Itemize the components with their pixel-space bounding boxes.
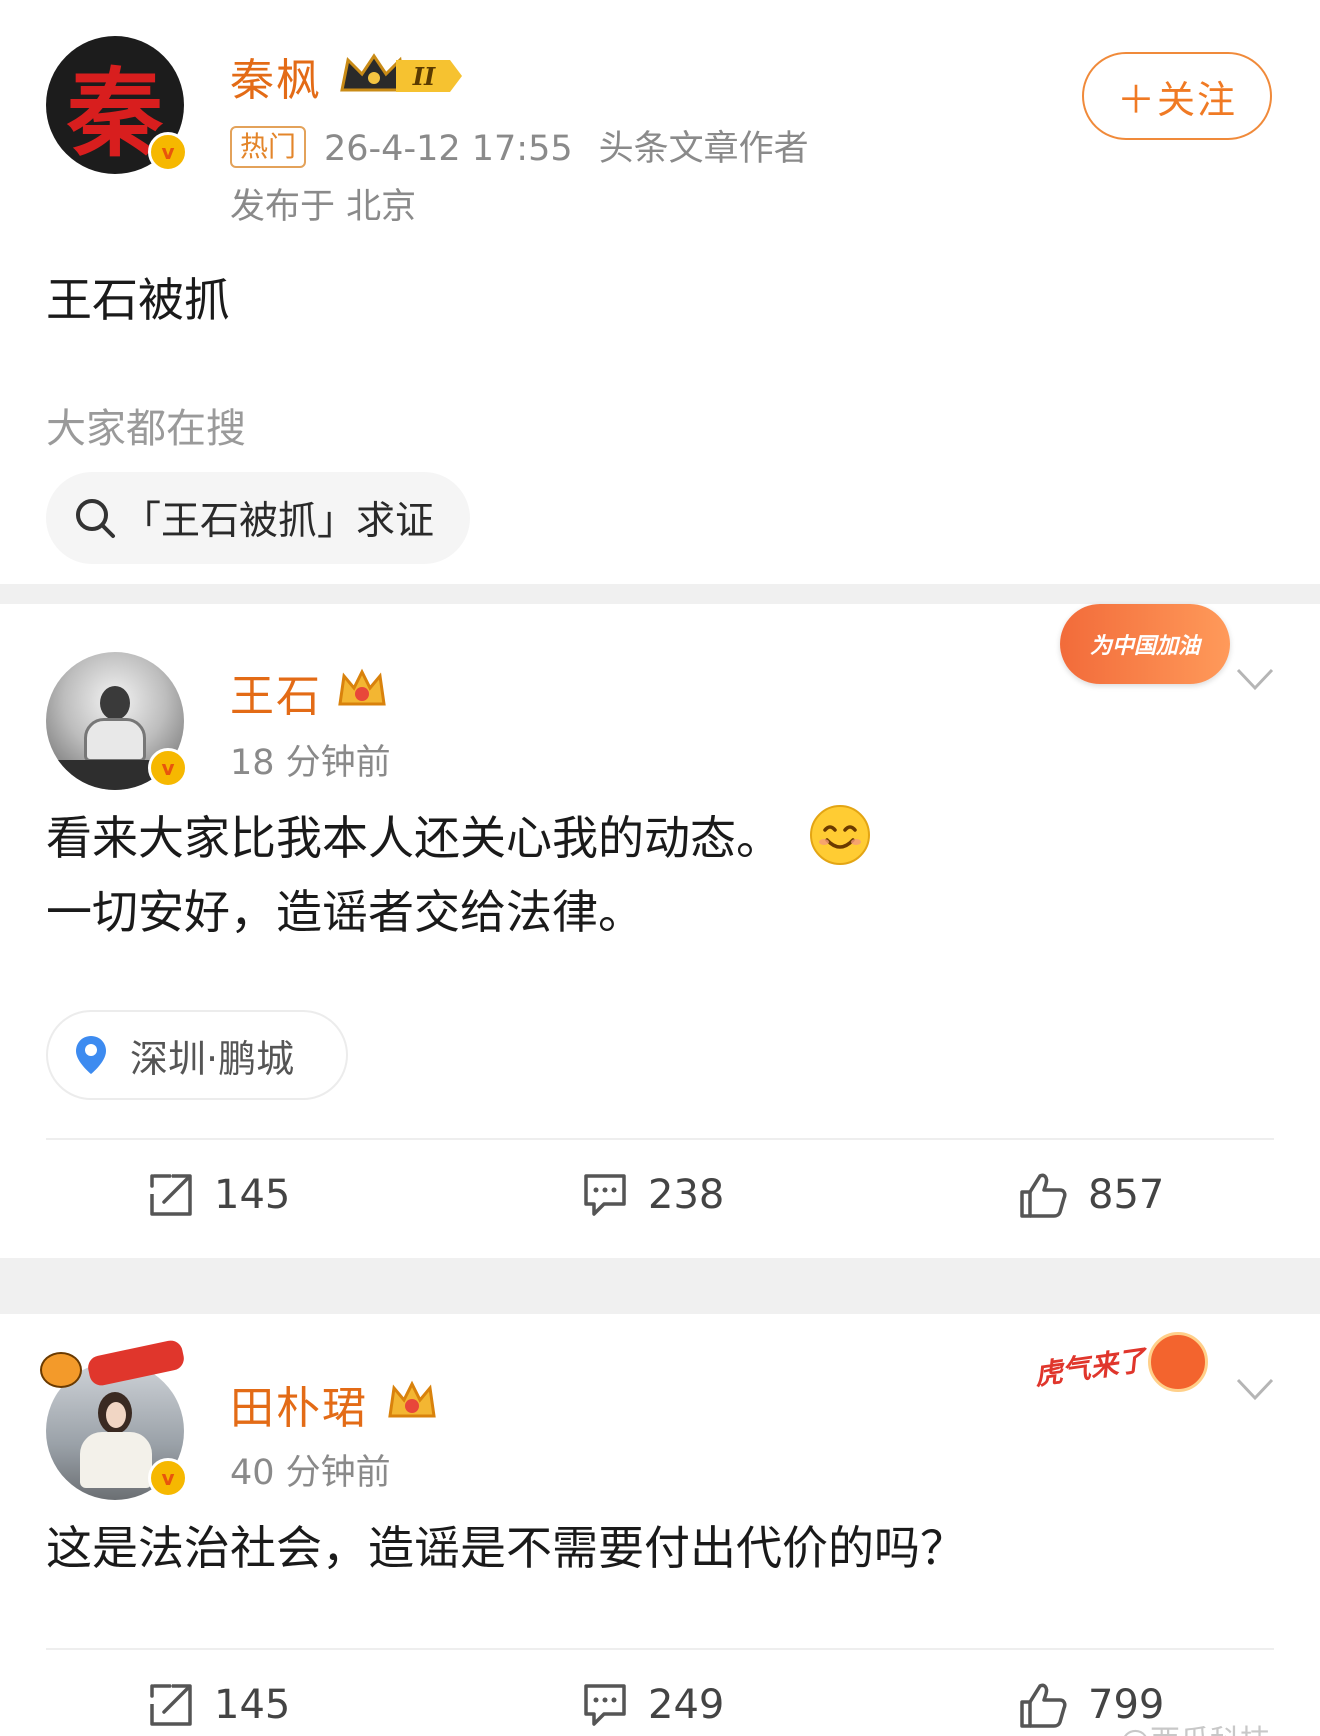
post-content: 这是法治社会，造谣是不需要付出代价的吗？: [46, 1521, 966, 1575]
verified-icon: v: [148, 132, 188, 172]
author-name[interactable]: 田朴珺: [230, 1372, 368, 1436]
smile-emoji-icon: [809, 805, 870, 865]
repost-count: 145: [214, 1682, 291, 1728]
search-section-label: 大家都在搜: [46, 406, 246, 452]
weibo-feed: 秦 v 秦枫 II 热门 26-4-12 17:55 头条文章作者 发布于 北京 ＋…: [0, 0, 1320, 1736]
verified-icon: v: [148, 748, 188, 788]
event-sticker: 虎气来了: [1032, 1328, 1214, 1408]
timestamp: 26-4-12 17:55: [324, 129, 573, 169]
post-tianpujun: v 田朴珺 40 分钟前 虎气来了 这是法治社会，造谣是不需要付出代价的吗？ 1…: [0, 1314, 1320, 1736]
post-content-line1: 看来大家比我本人还关心我的动态。: [46, 800, 871, 876]
comment-button[interactable]: 249: [582, 1682, 724, 1728]
publish-location: 发布于 北京: [230, 187, 417, 227]
crown-icon: II: [340, 53, 462, 92]
like-icon: [1020, 1173, 1067, 1218]
divider: [46, 1138, 1274, 1140]
event-sticker-label: 为中国加油: [1089, 634, 1200, 659]
search-suggestion-chip[interactable]: 「王石被抓」求证: [46, 472, 470, 564]
comment-count: 249: [648, 1682, 725, 1728]
comment-button[interactable]: 238: [582, 1172, 724, 1218]
post-meta: 热门 26-4-12 17:55 头条文章作者: [230, 120, 809, 171]
post-separator: [0, 1258, 1320, 1314]
location-pin-icon: [76, 1036, 106, 1074]
avatar[interactable]: v: [46, 652, 188, 790]
hot-tag: 热门: [230, 126, 307, 168]
follow-button[interactable]: ＋关注: [1082, 52, 1272, 140]
repost-button[interactable]: 145: [148, 1172, 290, 1218]
chevron-down-icon[interactable]: [1232, 656, 1278, 702]
like-button[interactable]: 857: [1018, 1172, 1164, 1218]
repost-button[interactable]: 145: [148, 1682, 290, 1728]
event-sticker-label: 虎气来了: [1032, 1343, 1148, 1392]
post-content: 王石被抓: [46, 273, 230, 327]
author-name[interactable]: 秦枫: [230, 44, 322, 108]
verified-icon: v: [148, 1458, 188, 1498]
post-content-text: 看来大家比我本人还关心我的动态。: [46, 811, 782, 865]
search-chip-label: 「王石被抓」求证: [122, 499, 435, 544]
author-title: 头条文章作者: [598, 129, 809, 169]
watermark: @西瓜科技: [1120, 1716, 1270, 1736]
repost-icon: [150, 1684, 192, 1726]
post-content-line2: 一切安好，造谣者交给法律。: [46, 885, 644, 939]
event-sticker: 为中国加油: [1060, 604, 1230, 684]
avatar[interactable]: 秦 v: [46, 36, 188, 174]
post-separator: [0, 584, 1320, 604]
like-count: 857: [1088, 1172, 1165, 1218]
location-tag[interactable]: 深圳·鹏城: [46, 1010, 348, 1100]
comment-count: 238: [648, 1172, 725, 1218]
repost-icon: [150, 1174, 192, 1216]
chevron-down-icon[interactable]: [1232, 1366, 1278, 1412]
post-qinfeng: 秦 v 秦枫 II 热门 26-4-12 17:55 头条文章作者 发布于 北京 ＋…: [0, 0, 1320, 584]
member-level: II: [412, 62, 436, 91]
post-wangshi: v 王石 18 分钟前 为中国加油 看来大家比我本人还关心我的动态。 一切安好，…: [0, 604, 1320, 1258]
avatar-frame-sticker: [36, 1338, 187, 1388]
crown-icon: [338, 668, 386, 706]
comment-icon: [584, 1174, 626, 1216]
crown-icon: [388, 1380, 436, 1418]
post-time: 18 分钟前: [230, 743, 391, 783]
post-time: 40 分钟前: [230, 1453, 391, 1493]
search-icon: [76, 499, 115, 538]
location-tag-label: 深圳·鹏城: [130, 1036, 295, 1081]
comment-icon: [584, 1684, 626, 1726]
like-icon: [1020, 1683, 1067, 1728]
repost-count: 145: [214, 1172, 291, 1218]
author-name[interactable]: 王石: [230, 660, 322, 724]
divider: [46, 1648, 1274, 1650]
